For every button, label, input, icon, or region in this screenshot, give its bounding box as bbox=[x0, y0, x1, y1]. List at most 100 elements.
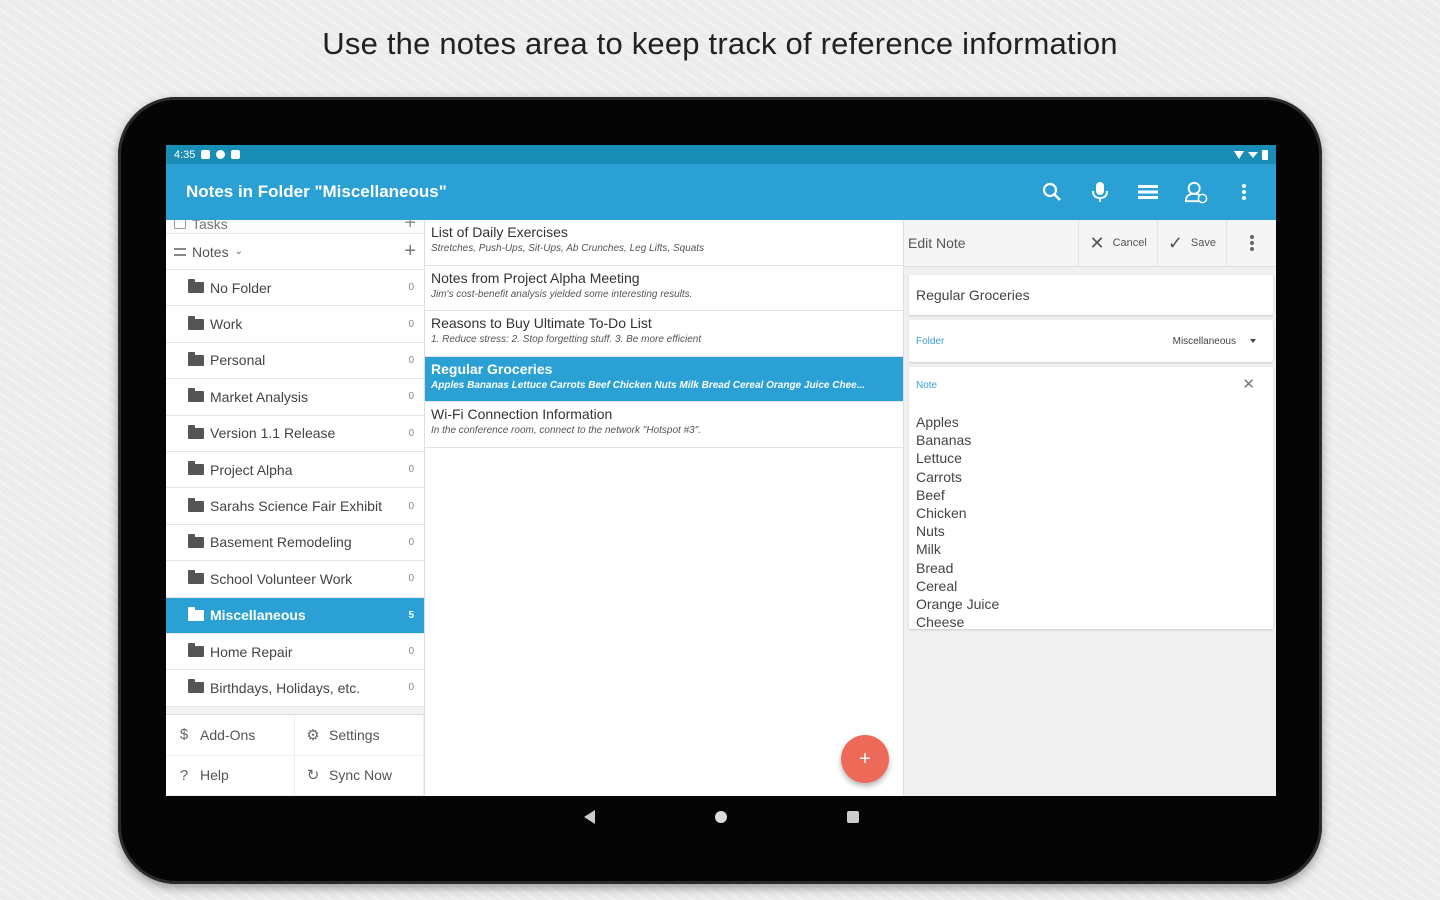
page-title: Notes in Folder "Miscellaneous" bbox=[186, 182, 447, 201]
note-line: Nuts bbox=[916, 523, 945, 540]
folder-count: 0 bbox=[408, 318, 414, 330]
note-label: Note bbox=[916, 380, 938, 391]
folder-name: Market Analysis bbox=[210, 388, 309, 405]
folder-count: 0 bbox=[408, 282, 414, 294]
close-icon: ✕ bbox=[1089, 232, 1105, 253]
check-icon: ✓ bbox=[1167, 232, 1183, 253]
sync-account-icon[interactable] bbox=[1184, 180, 1208, 204]
sidebar-folder-item[interactable]: School Volunteer Work 0 bbox=[166, 561, 424, 598]
android-nav-bar bbox=[166, 796, 1276, 838]
note-list-item[interactable]: Regular Groceries Apples Bananas Lettuce … bbox=[425, 356, 903, 402]
more-vert-icon[interactable] bbox=[1232, 180, 1256, 204]
folder-icon bbox=[188, 533, 204, 548]
folder-name: Home Repair bbox=[210, 643, 293, 660]
help-button[interactable]: ? Help bbox=[166, 755, 295, 796]
folder-icon bbox=[188, 606, 204, 621]
folder-name: Version 1.1 Release bbox=[210, 425, 336, 442]
note-title: Regular Groceries bbox=[431, 360, 553, 377]
settings-button[interactable]: ⚙ Settings bbox=[295, 715, 424, 756]
save-label: Save bbox=[1190, 237, 1216, 249]
question-icon: ? bbox=[179, 766, 189, 784]
folder-count: 0 bbox=[408, 500, 414, 512]
note-line: Carrots bbox=[916, 468, 962, 485]
note-line: Orange Juice bbox=[916, 596, 1000, 613]
save-button[interactable]: ✓ Save bbox=[1156, 219, 1226, 267]
sidebar-folder-item[interactable]: Sarahs Science Fair Exhibit 0 bbox=[166, 488, 424, 525]
note-line: Bananas bbox=[916, 432, 972, 449]
folder-name: School Volunteer Work bbox=[210, 570, 353, 587]
sidebar-footer: $ Add-Ons ⚙ Settings ? Help ↻ Sync Now bbox=[166, 714, 424, 796]
folder-select[interactable]: Folder Miscellaneous bbox=[909, 320, 1273, 362]
cancel-label: Cancel bbox=[1112, 237, 1147, 249]
note-body-textarea[interactable]: Note ✕ Apples Bananas Lettuce Carrots Beef Ch… bbox=[909, 367, 1273, 630]
add-task-list-icon[interactable]: + bbox=[404, 220, 416, 235]
notification-icon bbox=[201, 150, 211, 159]
tasks-label: Tasks bbox=[192, 220, 228, 232]
battery-icon bbox=[1262, 149, 1268, 160]
search-icon[interactable] bbox=[1040, 180, 1064, 204]
list-icon[interactable] bbox=[1136, 180, 1160, 204]
sync-label: Sync Now bbox=[329, 767, 393, 784]
note-snippet: 1. Reduce stress: 2. Stop forgetting stu… bbox=[431, 334, 702, 345]
folder-count: 0 bbox=[408, 427, 414, 439]
folder-icon bbox=[188, 679, 204, 694]
folder-count: 5 bbox=[408, 609, 414, 621]
folder-list: No Folder 0 Work 0 Personal 0 Market Analysis 0… bbox=[166, 270, 424, 707]
tasks-icon bbox=[174, 220, 186, 229]
home-icon[interactable] bbox=[714, 811, 727, 823]
dollar-icon: $ bbox=[179, 726, 189, 744]
note-title: Wi-Fi Connection Information bbox=[431, 406, 613, 422]
sidebar-folder-item[interactable]: Project Alpha 0 bbox=[166, 451, 424, 489]
note-line: Lettuce bbox=[916, 450, 962, 467]
help-label: Help bbox=[200, 767, 229, 784]
folder-icon bbox=[188, 424, 204, 439]
folder-icon bbox=[188, 643, 204, 658]
folder-name: Project Alpha bbox=[210, 461, 293, 478]
microphone-icon[interactable] bbox=[1088, 180, 1112, 204]
sidebar-folder-item[interactable]: Market Analysis 0 bbox=[166, 379, 424, 416]
folder-count: 0 bbox=[408, 536, 414, 548]
note-list-item[interactable]: Notes from Project Alpha Meeting Jim's co… bbox=[425, 266, 903, 311]
note-snippet: Jim's cost-benefit analysis yielded some… bbox=[431, 288, 693, 300]
folder-count: 0 bbox=[408, 646, 414, 658]
recents-icon[interactable] bbox=[846, 811, 859, 823]
note-line: Milk bbox=[916, 541, 941, 558]
sync-icon: ↻ bbox=[306, 767, 320, 785]
note-list-item[interactable]: List of Daily Exercises Stretches, Push-U… bbox=[425, 220, 903, 266]
addons-button[interactable]: $ Add-Ons bbox=[166, 715, 295, 756]
sidebar-folder-item[interactable]: Home Repair 0 bbox=[166, 633, 424, 671]
folder-value: Miscellaneous bbox=[1172, 335, 1236, 347]
note-list-item[interactable]: Reasons to Buy Ultimate To-Do List 1. Red… bbox=[425, 311, 903, 357]
sidebar-folder-item[interactable]: Work 0 bbox=[166, 306, 424, 343]
cancel-button[interactable]: ✕ Cancel bbox=[1078, 219, 1156, 267]
folder-icon bbox=[188, 315, 204, 330]
note-line: Cereal bbox=[916, 577, 958, 594]
sync-now-button[interactable]: ↻ Sync Now bbox=[295, 755, 424, 796]
folder-count: 0 bbox=[408, 682, 414, 694]
note-title: Notes from Project Alpha Meeting bbox=[431, 269, 640, 286]
sidebar-section-notes[interactable]: Notes ⌄ + bbox=[166, 234, 424, 270]
editor-more-icon[interactable] bbox=[1226, 219, 1276, 267]
sidebar-folder-item[interactable]: Birthdays, Holidays, etc. 0 bbox=[166, 670, 424, 707]
status-time: 4:35 bbox=[174, 148, 196, 161]
sd-card-icon bbox=[231, 150, 241, 159]
note-list-item[interactable]: Wi-Fi Connection Information In the confe… bbox=[425, 402, 903, 448]
addons-label: Add-Ons bbox=[200, 726, 256, 743]
sidebar-folder-item[interactable]: Miscellaneous 5 bbox=[166, 597, 424, 634]
folder-icon bbox=[188, 570, 204, 585]
sidebar-folder-item[interactable]: Personal 0 bbox=[166, 342, 424, 380]
clear-icon[interactable]: ✕ bbox=[1242, 375, 1255, 393]
back-icon[interactable] bbox=[583, 810, 595, 824]
folder-icon bbox=[188, 279, 204, 294]
sidebar-section-tasks[interactable]: Tasks + bbox=[166, 220, 424, 234]
add-folder-icon[interactable]: + bbox=[404, 240, 416, 263]
folder-name: Sarahs Science Fair Exhibit bbox=[210, 498, 382, 515]
sidebar-folder-item[interactable]: Basement Remodeling 0 bbox=[166, 524, 424, 562]
add-note-button[interactable]: + bbox=[841, 735, 889, 783]
folder-name: Miscellaneous bbox=[210, 607, 306, 624]
sidebar-folder-item[interactable]: Version 1.1 Release 0 bbox=[166, 415, 424, 452]
folder-name: No Folder bbox=[210, 279, 272, 296]
note-title-input[interactable]: Regular Groceries bbox=[909, 275, 1273, 315]
page-caption: Use the notes area to keep track of refe… bbox=[322, 26, 1118, 61]
sidebar-folder-item[interactable]: No Folder 0 bbox=[166, 270, 424, 307]
